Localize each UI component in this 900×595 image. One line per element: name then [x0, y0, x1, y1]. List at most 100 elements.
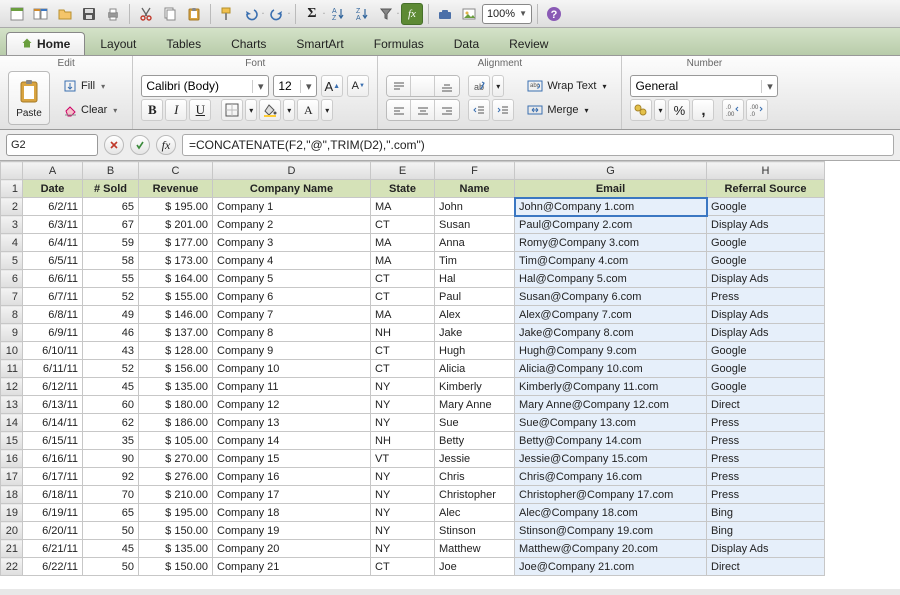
underline-button[interactable]: U	[189, 99, 211, 121]
open-icon[interactable]	[54, 3, 76, 25]
cell[interactable]: Display Ads	[707, 216, 825, 234]
cell[interactable]: 67	[83, 216, 139, 234]
cell[interactable]: MA	[371, 252, 435, 270]
cell[interactable]: $ 164.00	[139, 270, 213, 288]
cell[interactable]: 6/21/11	[23, 540, 83, 558]
cell[interactable]: Company 7	[213, 306, 371, 324]
cell[interactable]: 6/7/11	[23, 288, 83, 306]
cell[interactable]: Sue@Company 13.com	[515, 414, 707, 432]
row-header[interactable]: 13	[1, 396, 23, 414]
cell[interactable]: CT	[371, 216, 435, 234]
show-formulas-icon[interactable]: fx	[401, 3, 423, 25]
cell[interactable]: Company 21	[213, 558, 371, 576]
cell[interactable]: 43	[83, 342, 139, 360]
chevron-down-icon[interactable]: ▾	[252, 80, 268, 93]
cell[interactable]: Google	[707, 378, 825, 396]
cell[interactable]: 6/19/11	[23, 504, 83, 522]
chevron-down-icon[interactable]: ▾	[761, 80, 777, 93]
number-format-combo[interactable]: ▾	[630, 75, 778, 97]
cell[interactable]: Google	[707, 234, 825, 252]
cell[interactable]: Company 17	[213, 486, 371, 504]
cell[interactable]: 70	[83, 486, 139, 504]
font-color-button[interactable]: A	[297, 99, 319, 121]
cell[interactable]: Display Ads	[707, 540, 825, 558]
align-center-icon[interactable]	[411, 100, 435, 121]
cell[interactable]: Company 20	[213, 540, 371, 558]
cell[interactable]: Direct	[707, 558, 825, 576]
row-header[interactable]: 21	[1, 540, 23, 558]
cell[interactable]: 6/22/11	[23, 558, 83, 576]
cell[interactable]: Matthew	[435, 540, 515, 558]
row-header[interactable]: 8	[1, 306, 23, 324]
new-workbook-icon[interactable]	[6, 3, 28, 25]
media-browser-icon[interactable]	[458, 3, 480, 25]
cell[interactable]: 6/2/11	[23, 198, 83, 216]
cell[interactable]: 6/8/11	[23, 306, 83, 324]
paste-icon[interactable]	[183, 3, 205, 25]
header-cell[interactable]: Email	[515, 180, 707, 198]
cell[interactable]: Company 2	[213, 216, 371, 234]
cell[interactable]: Press	[707, 414, 825, 432]
align-middle-icon[interactable]	[411, 76, 435, 97]
spreadsheet-grid[interactable]: ABCDEFGH1Date# SoldRevenueCompany NameSt…	[0, 161, 900, 589]
tab-smartart[interactable]: SmartArt	[281, 32, 358, 55]
cell[interactable]: 65	[83, 198, 139, 216]
cell[interactable]: $ 201.00	[139, 216, 213, 234]
header-cell[interactable]: # Sold	[83, 180, 139, 198]
cell[interactable]: 92	[83, 468, 139, 486]
cell[interactable]: Christopher@Company 17.com	[515, 486, 707, 504]
cell[interactable]: Alicia@Company 10.com	[515, 360, 707, 378]
cell[interactable]: Press	[707, 468, 825, 486]
column-header[interactable]: B	[83, 162, 139, 180]
tab-layout[interactable]: Layout	[85, 32, 151, 55]
cell[interactable]: NY	[371, 486, 435, 504]
fill-button[interactable]: Fill▾	[56, 75, 124, 97]
cell[interactable]: Joe@Company 21.com	[515, 558, 707, 576]
cell[interactable]: 49	[83, 306, 139, 324]
clear-button[interactable]: Clear▾	[56, 99, 124, 121]
cell[interactable]: $ 105.00	[139, 432, 213, 450]
toolbox-icon[interactable]	[434, 3, 456, 25]
sort-asc-icon[interactable]: AZ	[327, 3, 349, 25]
filter-dropdown-icon[interactable]: ▼	[397, 13, 399, 15]
help-icon[interactable]: ?	[543, 3, 565, 25]
italic-button[interactable]: I	[165, 99, 187, 121]
cell[interactable]: 60	[83, 396, 139, 414]
cell[interactable]: Direct	[707, 396, 825, 414]
cell[interactable]: 6/9/11	[23, 324, 83, 342]
cell[interactable]: 6/6/11	[23, 270, 83, 288]
cell[interactable]: John@Company 1.com	[515, 198, 707, 216]
orientation-button[interactable]: ab	[468, 75, 490, 97]
align-bottom-icon[interactable]	[435, 76, 459, 97]
cell[interactable]: Hugh@Company 9.com	[515, 342, 707, 360]
wrap-text-button[interactable]: abcWrap Text▾	[520, 75, 613, 97]
font-name-input[interactable]	[142, 79, 252, 93]
cell[interactable]: $ 135.00	[139, 378, 213, 396]
cell[interactable]: Company 6	[213, 288, 371, 306]
redo-dropdown-icon[interactable]: ▼	[288, 13, 290, 15]
chevron-down-icon[interactable]: ▾	[300, 80, 316, 93]
sort-desc-icon[interactable]: ZA	[351, 3, 373, 25]
merge-button[interactable]: Merge▾	[520, 99, 613, 121]
cell[interactable]: Kimberly@Company 11.com	[515, 378, 707, 396]
cell[interactable]: NY	[371, 378, 435, 396]
cell[interactable]: 90	[83, 450, 139, 468]
cell[interactable]: $ 180.00	[139, 396, 213, 414]
column-header[interactable]: D	[213, 162, 371, 180]
cell[interactable]: 45	[83, 378, 139, 396]
zoom-combo[interactable]: 100%▼	[482, 4, 532, 24]
header-cell[interactable]: Revenue	[139, 180, 213, 198]
cell[interactable]: Kimberly	[435, 378, 515, 396]
cell[interactable]: Mary Anne@Company 12.com	[515, 396, 707, 414]
cell[interactable]: Company 3	[213, 234, 371, 252]
cell[interactable]: Romy@Company 3.com	[515, 234, 707, 252]
row-header[interactable]: 10	[1, 342, 23, 360]
cell[interactable]: $ 210.00	[139, 486, 213, 504]
align-right-icon[interactable]	[435, 100, 459, 121]
cell[interactable]: MA	[371, 234, 435, 252]
cell[interactable]: John	[435, 198, 515, 216]
tab-formulas[interactable]: Formulas	[359, 32, 439, 55]
column-header[interactable]: C	[139, 162, 213, 180]
templates-icon[interactable]	[30, 3, 52, 25]
row-header[interactable]: 4	[1, 234, 23, 252]
